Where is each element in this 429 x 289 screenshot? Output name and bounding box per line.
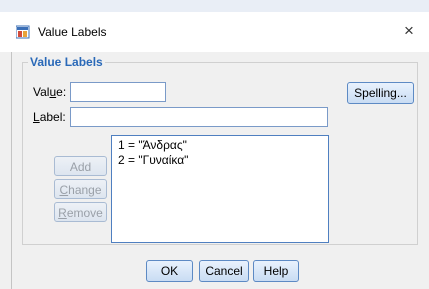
remove-button[interactable]: Remove	[54, 202, 107, 222]
change-button[interactable]: Change	[54, 179, 107, 199]
group-legend: Value Labels	[30, 55, 103, 69]
value-label: Value:	[33, 85, 67, 99]
list-item[interactable]: 2 = "Γυναίκα"	[118, 153, 322, 168]
spss-app-icon	[15, 25, 30, 39]
value-labels-list[interactable]: 1 = "Άνδρας" 2 = "Γυναίκα"	[111, 135, 329, 243]
top-strip	[0, 0, 429, 12]
label-input[interactable]	[70, 107, 328, 127]
close-icon[interactable]: ×	[399, 21, 419, 41]
title-bar: Value Labels ×	[0, 12, 429, 52]
cancel-button[interactable]: Cancel	[199, 260, 249, 282]
left-edge-line	[11, 52, 12, 289]
list-item[interactable]: 1 = "Άνδρας"	[118, 138, 322, 153]
label-label: Label:	[33, 110, 66, 124]
ok-button[interactable]: OK	[146, 260, 193, 282]
help-button[interactable]: Help	[253, 260, 299, 282]
window-title: Value Labels	[38, 25, 107, 39]
value-input[interactable]	[70, 82, 166, 102]
spelling-button[interactable]: Spelling...	[347, 82, 414, 104]
add-button[interactable]: Add	[54, 156, 107, 176]
